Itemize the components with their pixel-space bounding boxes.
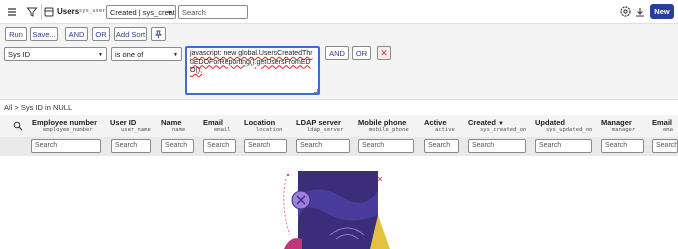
column-field: employee_number <box>43 127 93 133</box>
resize-handle[interactable] <box>314 89 318 93</box>
condition-operator-value: is one of <box>115 50 144 59</box>
condition-field-value: Sys ID <box>8 50 31 59</box>
column-field: active <box>435 127 455 133</box>
column-search-input[interactable]: Search <box>424 139 459 153</box>
column-field: sys_updated_on <box>546 127 593 133</box>
column-field: name <box>172 127 186 133</box>
add-sort-button[interactable]: Add Sort <box>114 27 147 41</box>
condition-operator-select[interactable]: is one of ▼ <box>111 47 182 61</box>
column-search-input[interactable]: Search <box>244 139 287 153</box>
column-search-input[interactable]: Search <box>161 139 194 153</box>
download-icon[interactable] <box>634 6 646 18</box>
filter-icon[interactable] <box>26 6 38 18</box>
search-icon[interactable] <box>13 121 23 131</box>
condition-field-select[interactable]: Sys ID ▼ <box>4 47 107 61</box>
column-field: location <box>256 127 283 133</box>
column-search-input[interactable]: Search <box>31 139 101 153</box>
column-search-input[interactable]: Search <box>296 139 350 153</box>
gear-icon[interactable] <box>619 5 632 18</box>
column-field: user_name <box>121 127 151 133</box>
column-field: email <box>214 127 231 133</box>
search-field-select[interactable]: Created | sys_create ▼ <box>106 5 176 19</box>
column-search-input[interactable]: Search <box>358 139 414 153</box>
chevron-down-icon: ▼ <box>173 52 178 58</box>
column-search-input[interactable]: Search <box>601 139 644 153</box>
column-header[interactable]: User ID <box>110 118 136 127</box>
divider <box>41 4 42 20</box>
pin-button[interactable] <box>151 27 166 41</box>
column-search-input[interactable]: Search <box>652 139 678 153</box>
column-header[interactable]: Email <box>652 118 672 127</box>
chevron-down-icon: ▼ <box>167 10 172 16</box>
column-header[interactable]: Mobile phone <box>358 118 406 127</box>
table-name: sys_user <box>79 8 106 14</box>
list-title: Users <box>57 7 80 16</box>
column-field: mobile_phone <box>369 127 409 133</box>
condition-or-button[interactable]: OR <box>352 46 371 60</box>
remove-condition-button[interactable]: ✕ <box>377 46 391 60</box>
column-field: ldap_server <box>307 127 344 133</box>
column-header[interactable]: Updated <box>535 118 565 127</box>
or-button[interactable]: OR <box>92 27 110 41</box>
column-field: manager <box>612 127 636 133</box>
column-header[interactable]: Location <box>244 118 275 127</box>
condition-value-textarea[interactable]: javascript: new global.UsersCreatedThruE… <box>185 46 320 95</box>
and-button[interactable]: AND <box>65 27 88 41</box>
column-field: sys_created_on <box>480 127 527 133</box>
save-button[interactable]: Save... <box>30 27 58 41</box>
column-search-input[interactable]: Search <box>111 139 151 153</box>
column-header[interactable]: Email <box>203 118 223 127</box>
empty-state-illustration <box>283 171 390 249</box>
run-button[interactable]: Run <box>5 27 27 41</box>
chevron-down-icon: ▼ <box>98 52 103 58</box>
column-search-input[interactable]: Search <box>535 139 592 153</box>
pin-icon <box>154 30 163 38</box>
list-header: Users sys_user Created | sys_create ▼ Se… <box>0 0 678 24</box>
column-header[interactable]: LDAP server <box>296 118 341 127</box>
column-header[interactable]: Employee number <box>32 118 97 127</box>
list-search-input[interactable]: Search <box>178 5 248 19</box>
column-field: ema <box>663 127 673 133</box>
new-button[interactable]: New <box>650 4 674 19</box>
column-header-sorted[interactable]: Created ▼ <box>468 118 504 127</box>
table-icon <box>44 6 54 18</box>
hamburger-menu-icon[interactable] <box>6 6 18 18</box>
column-search-input[interactable]: Search <box>468 139 526 153</box>
column-search-input[interactable]: Search <box>203 139 236 153</box>
breadcrumb[interactable]: All > Sys ID in NULL <box>4 103 72 112</box>
filter-toolbar: Run Save... AND OR Add Sort <box>0 24 678 44</box>
column-header[interactable]: Active <box>424 118 447 127</box>
close-icon: ✕ <box>380 47 388 58</box>
column-header[interactable]: Name <box>161 118 181 127</box>
condition-and-button[interactable]: AND <box>325 46 349 60</box>
column-header[interactable]: Manager <box>601 118 632 127</box>
column-header-label: Created <box>468 118 496 127</box>
